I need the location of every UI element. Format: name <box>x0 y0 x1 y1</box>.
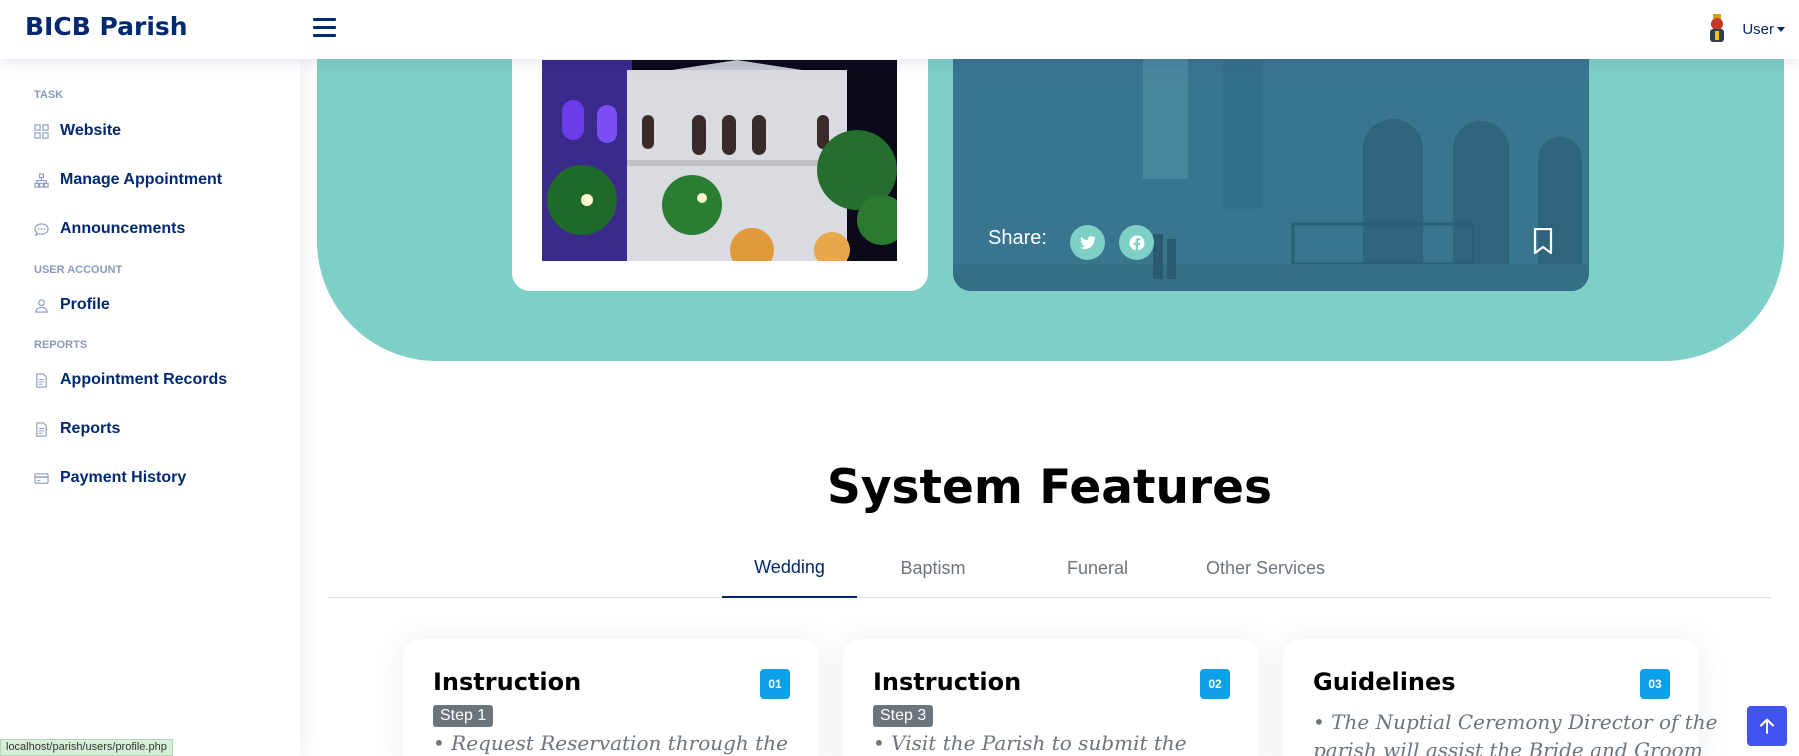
church-image-card <box>512 59 928 291</box>
sidebar-item-payment-history[interactable]: Payment History <box>34 469 186 487</box>
main-content: Share: System Features Wedding Baptism F… <box>300 59 1799 756</box>
brand-logo[interactable]: BICB Parish <box>25 12 188 41</box>
facebook-share-button[interactable] <box>1119 225 1154 260</box>
church-photo <box>542 60 897 261</box>
twitter-share-button[interactable] <box>1070 225 1105 260</box>
sidebar: TASK Website Manage Appointment Announce… <box>0 59 300 756</box>
nav-heading-user-account: USER ACCOUNT <box>34 264 123 276</box>
facebook-icon <box>1129 235 1144 251</box>
sidebar-item-profile[interactable]: Profile <box>34 296 110 314</box>
twitter-icon <box>1079 235 1096 249</box>
back-to-top-button[interactable] <box>1747 706 1787 746</box>
sidebar-item-appointment-records[interactable]: Appointment Records <box>34 371 227 389</box>
card-text: • Visit the Parish to submit the <box>873 731 1187 755</box>
user-name: User <box>1742 21 1785 38</box>
tab-baptism[interactable]: Baptism <box>883 539 983 598</box>
chat-icon <box>34 222 49 236</box>
sidebar-item-reports[interactable]: Reports <box>34 420 120 438</box>
card-text: • Request Reservation through the <box>433 731 788 755</box>
share-label: Share: <box>988 227 1047 249</box>
menu-toggle-icon[interactable] <box>313 18 336 38</box>
card-title: Instruction <box>433 668 582 696</box>
step-badge: Step 3 <box>873 705 934 727</box>
sidebar-item-label: Profile <box>60 296 110 313</box>
card-title: Instruction <box>873 668 1022 696</box>
church-background-image <box>953 59 1589 291</box>
sidebar-item-label: Website <box>60 122 122 139</box>
tab-other-services[interactable]: Other Services <box>1188 539 1343 598</box>
card-title: Guidelines <box>1313 668 1456 696</box>
tab-funeral[interactable]: Funeral <box>1050 539 1145 598</box>
sidebar-item-label: Payment History <box>60 469 187 486</box>
chevron-down-icon <box>1777 27 1785 33</box>
diagram-icon <box>34 172 49 188</box>
header: BICB Parish User <box>0 0 1799 59</box>
card-number-badge: 01 <box>760 669 790 699</box>
sidebar-item-label: Announcements <box>60 220 186 237</box>
card-text: parish will assist the Bride and Groom <box>1313 738 1703 756</box>
share-card: Share: <box>953 59 1589 291</box>
card-number-badge: 02 <box>1200 669 1230 699</box>
sidebar-item-announcements[interactable]: Announcements <box>34 220 185 238</box>
status-bar-url: localhost/parish/users/profile.php <box>0 739 173 756</box>
sidebar-item-label: Appointment Records <box>60 371 228 388</box>
file-icon <box>36 372 47 388</box>
sidebar-item-website[interactable]: Website <box>34 122 121 140</box>
feature-card: Instruction 01 Step 1 • Request Reservat… <box>403 639 819 756</box>
arrow-up-icon <box>1760 718 1774 734</box>
feature-card: Instruction 02 Step 3 • Visit the Parish… <box>843 639 1259 756</box>
step-badge: Step 1 <box>433 705 494 727</box>
file-icon <box>36 421 47 437</box>
avatar <box>1710 14 1725 42</box>
nav-heading-reports: REPORTS <box>34 339 88 351</box>
card-number-badge: 03 <box>1640 669 1670 699</box>
bookmark-icon[interactable] <box>1533 228 1553 255</box>
person-icon <box>35 298 48 313</box>
sidebar-item-manage-appointment[interactable]: Manage Appointment <box>34 171 222 189</box>
card-text: • The Nuptial Ceremony Director of the <box>1313 710 1718 734</box>
tab-wedding[interactable]: Wedding <box>722 539 857 598</box>
sidebar-item-label: Manage Appointment <box>60 171 223 188</box>
feature-card: Guidelines 03 • The Nuptial Ceremony Dir… <box>1283 639 1718 756</box>
credit-card-icon <box>34 472 49 484</box>
feature-tabs: Wedding Baptism Funeral Other Services <box>328 539 1772 598</box>
user-dropdown[interactable]: User <box>1704 12 1785 46</box>
nav-heading-task: TASK <box>34 89 64 101</box>
section-title: System Features <box>827 460 1272 515</box>
grid-icon <box>34 123 49 139</box>
sidebar-item-label: Reports <box>60 420 121 437</box>
